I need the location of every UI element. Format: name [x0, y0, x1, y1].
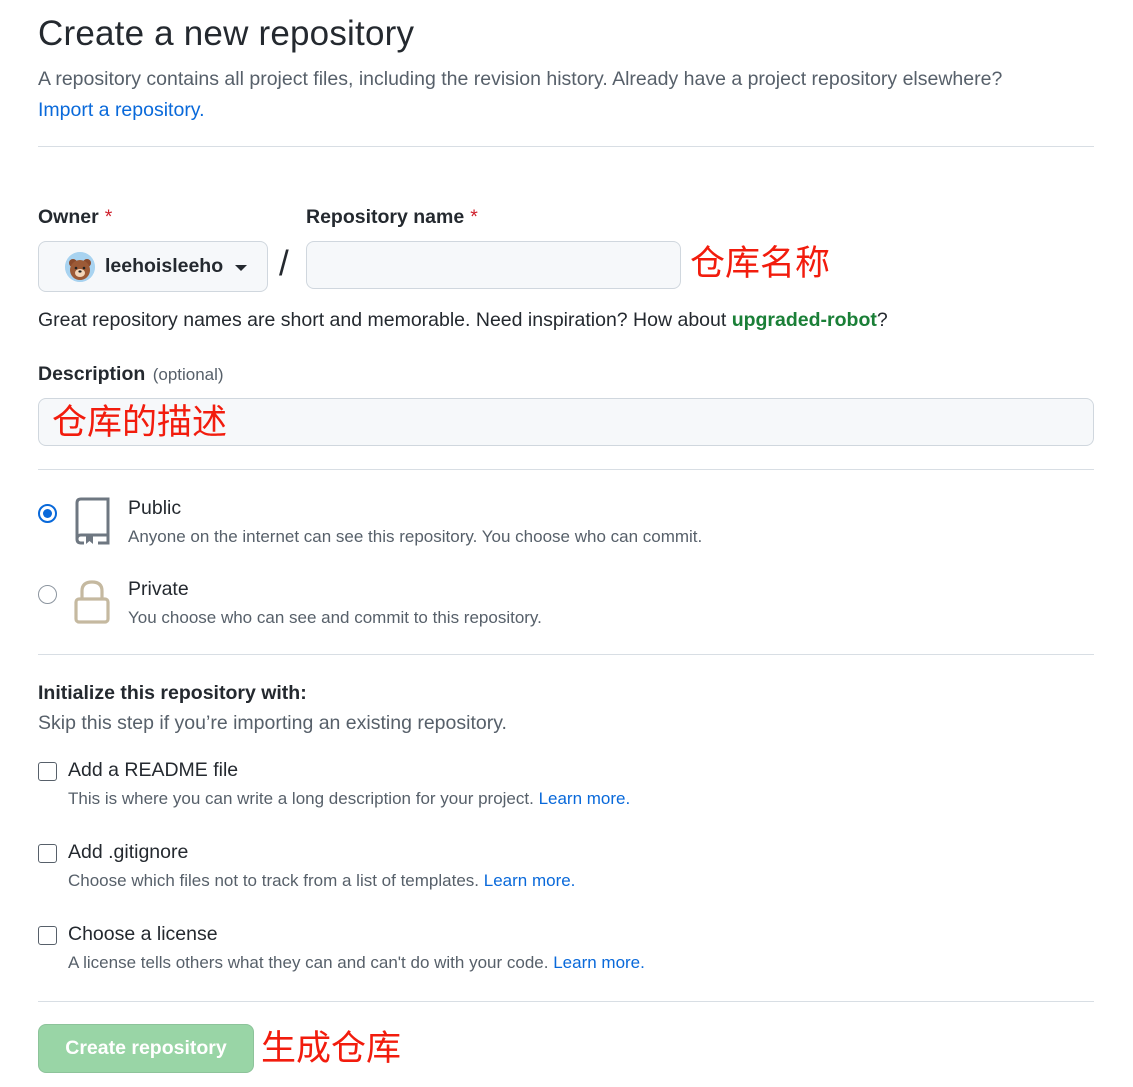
triangle-down-icon [235, 264, 248, 271]
readme-desc: This is where you can write a long descr… [68, 789, 630, 809]
gitignore-learn-more-link[interactable]: Learn more. [484, 871, 576, 890]
public-option-title: Public [128, 497, 182, 519]
private-option-desc: You choose who can see and commit to thi… [128, 608, 542, 627]
readme-title: Add a README file [68, 759, 239, 781]
required-mark: * [470, 206, 478, 228]
required-mark: * [104, 206, 113, 228]
repository-name-input[interactable] [306, 241, 681, 289]
license-title: Choose a license [68, 923, 218, 945]
page-title: Create a new repository [38, 14, 415, 53]
name-hint: Great repository names are short and mem… [38, 309, 888, 332]
name-suggestion[interactable]: upgraded-robot [732, 309, 877, 331]
owner-name: leehoisleeho [105, 255, 224, 277]
init-section-subtitle: Skip this step if you’re importing an ex… [38, 712, 507, 734]
readme-checkbox[interactable] [38, 762, 57, 781]
init-section-title: Initialize this repository with: [38, 682, 307, 704]
readme-desc-text: This is where you can write a long descr… [68, 789, 534, 808]
create-repository-button[interactable]: Create repository [38, 1024, 254, 1073]
divider [38, 1001, 1094, 1002]
avatar [65, 251, 95, 282]
bear-avatar-icon [65, 251, 95, 282]
description-label: Description (optional) [38, 363, 224, 386]
license-desc: A license tells others what they can and… [68, 953, 645, 973]
hint-text: Great repository names are short and mem… [38, 309, 732, 331]
import-repository-link[interactable]: Import a repository. [38, 99, 205, 121]
license-checkbox[interactable] [38, 926, 57, 945]
owner-label: Owner * [38, 206, 112, 229]
repo-name-annotation: 仓库名称 [690, 244, 831, 284]
repo-name-label: Repository name * [306, 206, 478, 229]
lock-icon [74, 580, 110, 624]
description-annotation: 仓库的描述 [52, 403, 228, 443]
divider [38, 654, 1094, 655]
divider [38, 469, 1094, 470]
create-annotation: 生成仓库 [261, 1029, 402, 1069]
private-radio[interactable] [38, 585, 57, 604]
page-subtitle: A repository contains all project files,… [38, 64, 1118, 126]
public-option-desc: Anyone on the internet can see this repo… [128, 527, 703, 546]
gitignore-desc: Choose which files not to track from a l… [68, 871, 575, 891]
optional-tag: (optional) [152, 365, 224, 384]
private-option-title: Private [128, 578, 189, 600]
public-radio[interactable] [38, 504, 57, 523]
hint-suffix: ? [876, 309, 888, 331]
subtitle-text: A repository contains all project files,… [38, 68, 1003, 90]
license-learn-more-link[interactable]: Learn more. [553, 953, 645, 972]
license-desc-text: A license tells others what they can and… [68, 953, 549, 972]
owner-select-button[interactable]: leehoisleeho [38, 241, 268, 292]
owner-repo-separator: / [279, 244, 289, 283]
divider [38, 146, 1094, 147]
gitignore-checkbox[interactable] [38, 844, 57, 863]
repo-icon [75, 497, 110, 545]
readme-learn-more-link[interactable]: Learn more. [539, 789, 631, 808]
repo-name-label-text: Repository name [306, 206, 465, 228]
new-repository-page: Create a new repository A repository con… [0, 0, 1133, 1087]
gitignore-title: Add .gitignore [68, 841, 189, 863]
gitignore-desc-text: Choose which files not to track from a l… [68, 871, 480, 890]
owner-label-text: Owner [38, 206, 99, 228]
description-label-text: Description [38, 363, 146, 385]
